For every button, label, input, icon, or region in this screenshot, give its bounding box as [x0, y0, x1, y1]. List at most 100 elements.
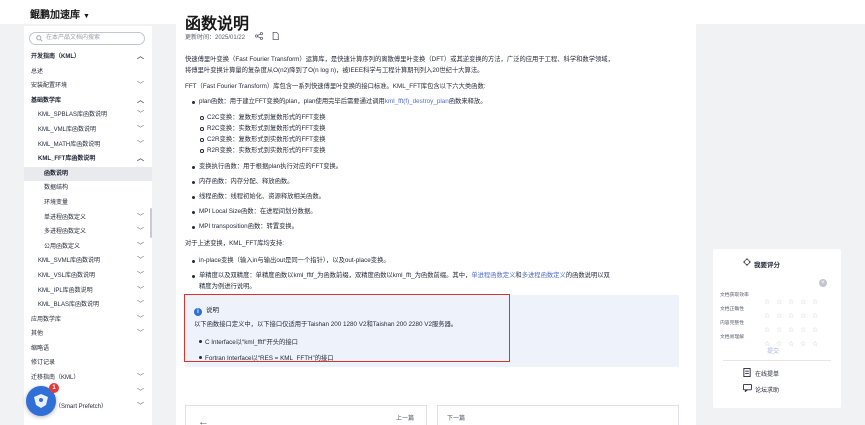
- chevron-down-icon[interactable]: ﹀: [137, 225, 144, 240]
- transform-type-item: C2R变换：复数形式到实数形式的FFT变换: [207, 136, 326, 143]
- rating-row-label: 文档正确性: [720, 307, 744, 312]
- chevron-up-icon[interactable]: ︿: [137, 94, 144, 109]
- page-scrollbar[interactable]: [852, 24, 865, 425]
- sidebar-item[interactable]: 函数说明: [24, 166, 152, 182]
- sidebar-item[interactable]: 迁移指南（KML） ﹀: [24, 371, 152, 386]
- sidebar-nav: 开发指南（KML） ︿ 总述 安装配置环境 ﹀ 基础数学库 ︿ KML_SPBLAS库函数说明…: [24, 50, 152, 415]
- chevron-down-icon[interactable]: ﹀: [137, 269, 144, 284]
- chevron-down-icon[interactable]: ﹀: [137, 284, 144, 299]
- precision-text-end: 的函数说明以双: [565, 272, 610, 279]
- article-panel: 函数说明 更新时间：2025/01/22 快速傅里叶变换（Fast Fourie…: [176, 0, 696, 425]
- chevron-down-icon[interactable]: ﹀: [137, 386, 144, 401]
- bullet-dot: [192, 260, 195, 263]
- submit-button[interactable]: 提交: [767, 346, 779, 355]
- sidebar-item-label: KML_VSL库函数说明: [38, 272, 96, 279]
- chevron-down-icon[interactable]: ﹀: [137, 123, 144, 138]
- transform-type-item: R2R变换：实数形式到实数形式的FFT变换: [207, 147, 326, 154]
- sidebar: 在本产品文档内搜索 开发指南（KML） ︿ 总述 安装配置环境 ﹀ 基础数学库 ︿ KML_S…: [24, 26, 152, 425]
- sidebar-item[interactable]: 环境变量: [24, 196, 152, 211]
- bullet-ring: [200, 138, 204, 142]
- brand-menu[interactable]: 鲲鹏加速库 ▼: [30, 6, 90, 21]
- intro-paragraph-line1: 快速傅里叶变换（Fast Fourier Transform）运算库，是快速计算…: [185, 56, 614, 63]
- function-category-item: MPI Local Size函数：在进程间划分数据。: [199, 208, 317, 215]
- rating-icon: [743, 258, 751, 266]
- sidebar-item[interactable]: 开发指南（KML） ︿: [24, 50, 152, 65]
- sidebar-item[interactable]: 数据结构: [24, 181, 152, 196]
- sidebar-item[interactable]: KML_BLAS库函数说明 ﹀: [24, 298, 152, 313]
- sidebar-item[interactable]: 修订记录: [24, 356, 152, 371]
- bullet-dot: [192, 181, 195, 184]
- sidebar-item-label: 修订记录: [31, 360, 56, 367]
- support-item: in-place变换（输入in与输出out是同一个指针），以及out-place…: [199, 257, 390, 264]
- rating-row-label: 内容完整性: [720, 321, 744, 326]
- search-input[interactable]: 在本产品文档内搜索: [29, 32, 145, 45]
- sidebar-item-label: 开发指南（KML）: [31, 54, 80, 60]
- sidebar-item[interactable]: 多进程函数定义 ﹀: [24, 225, 152, 240]
- sidebar-item[interactable]: 缩略语: [24, 342, 152, 357]
- star-icon[interactable]: ☆: [788, 341, 797, 350]
- sidebar-item[interactable]: 其他 ﹀: [24, 327, 152, 342]
- function-category-item: 变换执行函数：用于根据plan执行对应的FFT变换。: [199, 163, 343, 170]
- function-category-item: MPI transposition函数：转置变换。: [199, 223, 299, 230]
- close-icon[interactable]: ×: [819, 279, 827, 287]
- chevron-down-icon[interactable]: ﹀: [137, 108, 144, 123]
- sidebar-item-label: 数据结构: [44, 185, 69, 192]
- sidebar-item[interactable]: KML_VML库函数说明 ﹀: [24, 123, 152, 138]
- next-page-link[interactable]: 下一篇: [437, 405, 679, 425]
- destroy-plan-link[interactable]: kml_fft(f)_destroy_plan: [385, 98, 449, 105]
- intro-paragraph-line2: 将傅里叶变换计算量的复杂度从O(n2)降到了O(n log n)，被IEEE科学…: [185, 67, 484, 74]
- arrow-left-icon: ←: [198, 416, 209, 425]
- rating-title-text: 我要评分: [754, 262, 780, 269]
- rating-row-label: 文档易理解: [720, 335, 744, 340]
- chevron-up-icon[interactable]: ︿: [137, 152, 144, 167]
- forum-help-link[interactable]: 论坛求助: [743, 384, 779, 394]
- sidebar-item[interactable]: KML_VSL库函数说明 ﹀: [24, 269, 152, 284]
- chevron-down-icon[interactable]: ﹀: [137, 211, 144, 226]
- sidebar-item-label: 迁移指南（KML）: [31, 375, 80, 382]
- chevron-down-icon[interactable]: ﹀: [137, 298, 144, 313]
- rating-row-label: 文档获取效率: [720, 293, 749, 298]
- sidebar-item[interactable]: KML_MATH库函数说明 ﹀: [24, 138, 152, 153]
- bullet-ring: [200, 149, 204, 153]
- bullet-dot: [192, 211, 195, 214]
- online-ticket-link[interactable]: 在线提单: [743, 368, 779, 378]
- rating-row: 文档正确性 ☆ ☆ ☆ ☆ ☆: [720, 305, 830, 320]
- sidebar-item[interactable]: KML_FFT库函数说明 ︿: [24, 152, 152, 167]
- star-icon[interactable]: ☆: [800, 341, 809, 350]
- sidebar-item-label: 多进程函数定义: [44, 229, 87, 236]
- chevron-down-icon[interactable]: ﹀: [137, 400, 144, 415]
- chevron-down-icon[interactable]: ﹀: [137, 313, 144, 328]
- sidebar-item[interactable]: 基础数学库 ︿: [24, 94, 152, 109]
- intro-paragraph-line3: FFT（Fast Fourier Transform）库包含一系列快速傅里叶变换…: [185, 83, 486, 90]
- single-process-link[interactable]: 单进程函数定义: [471, 272, 515, 279]
- sidebar-scrollbar[interactable]: [150, 208, 152, 238]
- ticket-icon: [743, 368, 751, 377]
- prev-page-link[interactable]: ← 上一篇: [185, 405, 427, 425]
- assistant-icon: [34, 394, 48, 408]
- sidebar-item-label: 环境变量: [44, 199, 69, 206]
- share-icon[interactable]: [254, 32, 263, 40]
- chevron-down-icon[interactable]: ﹀: [137, 240, 144, 255]
- chevron-down-icon[interactable]: ﹀: [137, 79, 144, 94]
- sidebar-item[interactable]: KML_SPBLAS库函数说明 ﹀: [24, 108, 152, 123]
- sidebar-item[interactable]: 公用函数定义 ﹀: [24, 240, 152, 255]
- sidebar-item[interactable]: 应用数学库 ﹀: [24, 313, 152, 328]
- chevron-up-icon[interactable]: ︿: [137, 50, 144, 65]
- highlight-box: [184, 294, 510, 362]
- sidebar-item[interactable]: KML_IPL库函数说明 ﹀: [24, 284, 152, 299]
- plan-text-end: 函数来释放。: [448, 98, 487, 105]
- sidebar-item[interactable]: 安装配置环境 ﹀: [24, 79, 152, 94]
- precision-bullet-line2: 精度为例进行说明。: [199, 283, 256, 290]
- sidebar-item[interactable]: 总述: [24, 65, 152, 80]
- chevron-down-icon[interactable]: ﹀: [137, 138, 144, 153]
- bullet-dot: [192, 275, 195, 278]
- chevron-down-icon[interactable]: ﹀: [137, 254, 144, 269]
- sidebar-item[interactable]: KML_SVML库函数说明 ﹀: [24, 254, 152, 269]
- pdf-icon[interactable]: [272, 32, 280, 40]
- star-icon[interactable]: ☆: [812, 341, 821, 350]
- prev-page-label: 上一篇: [395, 416, 414, 422]
- chevron-down-icon[interactable]: ﹀: [137, 371, 144, 386]
- chevron-down-icon[interactable]: ﹀: [137, 327, 144, 342]
- multi-process-link[interactable]: 多进程函数定义: [522, 272, 566, 279]
- sidebar-item[interactable]: 单进程函数定义 ﹀: [24, 211, 152, 226]
